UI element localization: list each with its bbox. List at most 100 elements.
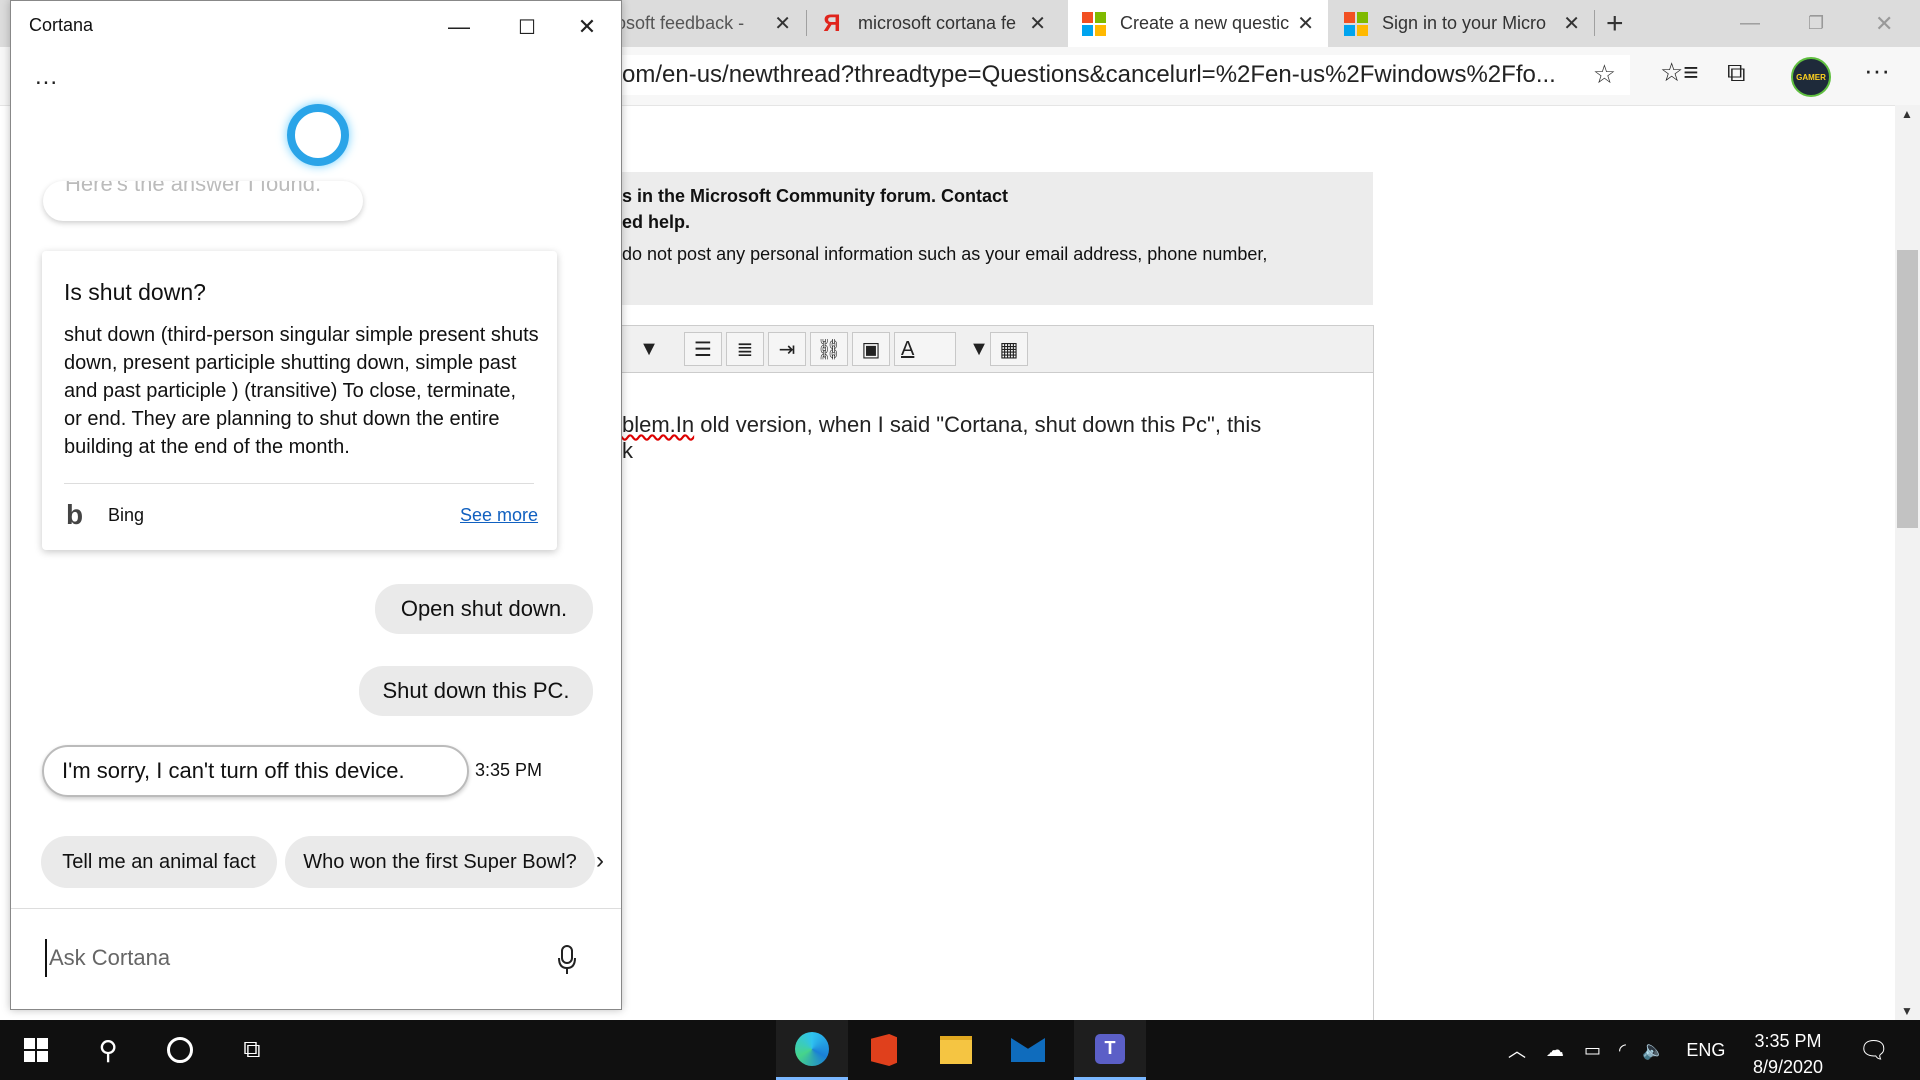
battery-icon[interactable]: ▭ bbox=[1584, 1040, 1601, 1061]
window-title: Cortana bbox=[29, 15, 94, 35]
font-color-icon[interactable]: A bbox=[894, 332, 956, 366]
language-indicator[interactable]: ENG bbox=[1686, 1040, 1725, 1061]
windows-logo-icon bbox=[24, 1038, 48, 1062]
cortana-button[interactable] bbox=[144, 1020, 216, 1080]
close-icon[interactable]: ✕ bbox=[774, 11, 791, 36]
editor-text: old version, when I said "Cortana, shut … bbox=[694, 412, 1262, 437]
taskbar-office[interactable] bbox=[848, 1020, 920, 1080]
maximize-button[interactable]: ☐ bbox=[497, 7, 557, 47]
link-icon[interactable]: ⛓ bbox=[810, 332, 848, 366]
scroll-up-icon[interactable]: ▲ bbox=[1901, 107, 1913, 121]
microphone-icon[interactable] bbox=[557, 945, 577, 975]
close-icon[interactable]: ✕ bbox=[1297, 11, 1314, 36]
microsoft-logo-icon bbox=[1082, 11, 1106, 36]
browser-close-button[interactable]: ✕ bbox=[1875, 0, 1893, 47]
office-icon bbox=[871, 1034, 897, 1066]
edge-icon bbox=[795, 1031, 829, 1066]
format-dropdown-arrow[interactable]: ▼ bbox=[630, 332, 668, 366]
taskbar-file-explorer[interactable] bbox=[920, 1020, 992, 1080]
volume-icon[interactable]: 🔈 bbox=[1642, 1040, 1664, 1061]
system-tray: ︿ ☁ ▭ ◜ 🔈 ENG bbox=[1508, 1020, 1725, 1080]
teams-icon: T bbox=[1095, 1033, 1125, 1064]
message-text: Shut down this PC. bbox=[382, 678, 570, 703]
close-icon: ✕ bbox=[1875, 10, 1894, 36]
scrollbar-thumb[interactable] bbox=[1897, 250, 1918, 528]
taskbar-teams[interactable]: T bbox=[1074, 1020, 1146, 1080]
action-center-button[interactable]: 🗨 bbox=[1838, 1020, 1910, 1080]
profile-avatar[interactable]: GAMER bbox=[1791, 57, 1831, 97]
table-icon[interactable]: ▦ bbox=[990, 332, 1028, 366]
search-button[interactable]: ⚲ bbox=[72, 1020, 144, 1080]
page-scrollbar[interactable]: ▲ ▼ bbox=[1895, 105, 1920, 1020]
taskbar-edge[interactable] bbox=[776, 1020, 848, 1080]
chevron-up-icon[interactable]: ︿ bbox=[1508, 1037, 1526, 1063]
more-options-button[interactable]: ... bbox=[35, 63, 58, 91]
tab-label: Sign in to your Micro bbox=[1382, 13, 1547, 33]
minimize-icon: — bbox=[448, 14, 470, 39]
bullet-list-icon[interactable]: ☰ bbox=[684, 332, 722, 366]
url-text: com/en-us/newthread?threadtype=Questions… bbox=[610, 61, 1556, 88]
new-tab-button[interactable]: + bbox=[1606, 0, 1636, 47]
chevron-right-icon[interactable]: › bbox=[596, 847, 604, 875]
taskbar: ⚲ ⧉ T ︿ ☁ ▭ ◜ 🔈 ENG 3:35 PM 8/9/2020 🗨 bbox=[0, 1020, 1920, 1080]
editor-text: k bbox=[622, 438, 633, 463]
notice-line: ed help. bbox=[622, 212, 691, 232]
onedrive-icon[interactable]: ☁ bbox=[1546, 1040, 1564, 1061]
notice-line: do not post any personal information suc… bbox=[622, 244, 1268, 264]
answer-card-body: shut down (third-person singular simple … bbox=[64, 324, 539, 458]
minimize-button[interactable]: — bbox=[429, 7, 489, 47]
message-text: Open shut down. bbox=[400, 596, 568, 621]
ask-cortana-input[interactable] bbox=[45, 939, 531, 977]
editor-toolbar: ▼ ☰ ≣ ⇥ ⛓ ▣ A ▼ ▦ bbox=[610, 326, 1373, 373]
plus-icon: + bbox=[1606, 6, 1624, 40]
settings-more-icon[interactable]: ··· bbox=[1864, 55, 1890, 86]
notifications-icon: 🗨 bbox=[1858, 1036, 1890, 1064]
tab-label: rosoft feedback - bbox=[610, 13, 745, 33]
minimize-icon: — bbox=[1740, 12, 1760, 34]
tab-feedback[interactable]: rosoft feedback - ✕ bbox=[610, 0, 805, 47]
message-timestamp: 3:35 PM bbox=[475, 760, 543, 780]
collections-icon[interactable]: ⧉ bbox=[1727, 57, 1746, 89]
maximize-icon: ☐ bbox=[518, 16, 536, 39]
user-message-bubble: Shut down this PC. bbox=[359, 666, 593, 716]
suggestion-chip[interactable]: Who won the first Super Bowl? bbox=[285, 836, 595, 888]
clock-date: 8/9/2020 bbox=[1752, 1057, 1824, 1077]
browser-restore-button[interactable]: ❐ bbox=[1808, 0, 1824, 47]
see-more-link[interactable]: See more bbox=[460, 505, 538, 526]
close-button[interactable]: ✕ bbox=[557, 7, 617, 47]
indent-icon[interactable]: ⇥ bbox=[768, 332, 806, 366]
search-icon: ⚲ bbox=[98, 1034, 118, 1065]
start-button[interactable] bbox=[0, 1020, 72, 1080]
guidelines-notice: s in the Microsoft Community forum. Cont… bbox=[610, 172, 1373, 305]
source-label: Bing bbox=[108, 505, 145, 525]
cortana-message-bubble: Here's the answer I found. bbox=[43, 181, 363, 221]
close-icon[interactable]: ✕ bbox=[1029, 11, 1046, 36]
suggestion-chip[interactable]: Tell me an animal fact bbox=[41, 836, 277, 888]
notice-line: s in the Microsoft Community forum. Cont… bbox=[622, 186, 1009, 206]
misspelled-word: blem.In bbox=[622, 412, 695, 437]
wifi-icon[interactable]: ◜ bbox=[1619, 1040, 1626, 1061]
tab-yandex-search[interactable]: Я microsoft cortana fe ✕ bbox=[820, 0, 1060, 47]
tab-separator bbox=[806, 10, 807, 36]
taskbar-mail[interactable] bbox=[992, 1020, 1064, 1080]
image-icon[interactable]: ▣ bbox=[852, 332, 890, 366]
divider bbox=[11, 908, 621, 909]
close-icon[interactable]: ✕ bbox=[1563, 11, 1580, 36]
tab-sign-in[interactable]: Sign in to your Micro ✕ bbox=[1344, 0, 1594, 47]
yandex-icon: Я bbox=[823, 9, 841, 37]
answer-card: Is shut down? shut down (third-person si… bbox=[42, 251, 557, 550]
numbered-list-icon[interactable]: ≣ bbox=[726, 332, 764, 366]
cortana-circle-icon bbox=[167, 1037, 193, 1063]
question-editor[interactable]: ▼ ☰ ≣ ⇥ ⛓ ▣ A ▼ ▦ blem.In old version, w… bbox=[610, 325, 1374, 1022]
favorites-list-icon[interactable]: ☆≡ bbox=[1660, 57, 1698, 88]
browser-minimize-button[interactable]: — bbox=[1740, 0, 1760, 47]
restore-icon: ❐ bbox=[1808, 13, 1825, 33]
favorite-star-icon[interactable]: ☆ bbox=[1593, 59, 1616, 90]
answer-card-title: Is shut down? bbox=[64, 279, 206, 305]
url-field[interactable]: com/en-us/newthread?threadtype=Questions… bbox=[610, 55, 1630, 95]
tab-create-question[interactable]: Create a new questic ✕ bbox=[1068, 0, 1328, 47]
scroll-down-icon[interactable]: ▼ bbox=[1901, 1004, 1913, 1018]
task-view-button[interactable]: ⧉ bbox=[216, 1020, 288, 1080]
clock[interactable]: 3:35 PM 8/9/2020 bbox=[1744, 1028, 1832, 1080]
microsoft-logo-icon bbox=[1344, 11, 1368, 36]
